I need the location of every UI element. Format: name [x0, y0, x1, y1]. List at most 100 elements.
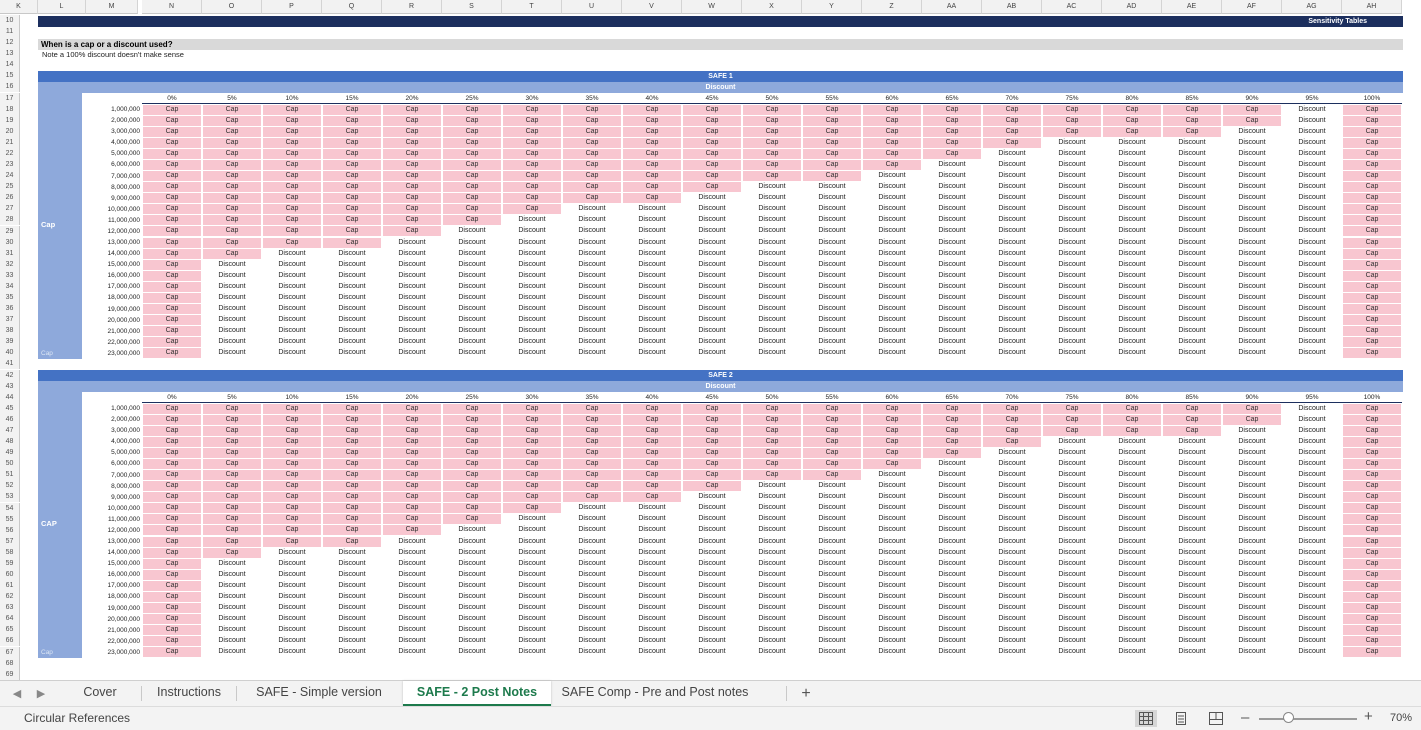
table-cell[interactable]: Cap — [803, 470, 861, 481]
row-number[interactable]: 54 — [0, 502, 20, 514]
table-cell[interactable]: Cap — [143, 425, 201, 436]
table-cell[interactable]: Discount — [1163, 326, 1221, 337]
row-number[interactable]: 65 — [0, 624, 20, 636]
table-cell[interactable]: Cap — [383, 137, 441, 148]
table-cell[interactable]: Discount — [683, 636, 741, 647]
table-cell[interactable]: Cap — [1343, 525, 1401, 536]
table-cell[interactable]: Discount — [863, 591, 921, 602]
table-cell[interactable]: Cap — [443, 470, 501, 481]
table-cell[interactable]: Cap — [803, 447, 861, 458]
table-cell[interactable]: Discount — [203, 614, 261, 625]
table-cell[interactable]: Cap — [263, 425, 321, 436]
table-cell[interactable]: Cap — [143, 270, 201, 281]
table-cell[interactable]: Discount — [1163, 503, 1221, 514]
table-cell[interactable]: Discount — [1283, 304, 1341, 315]
table-cell[interactable]: Discount — [683, 536, 741, 547]
table-cell[interactable]: Cap — [143, 148, 201, 159]
table-cell[interactable]: Discount — [923, 159, 981, 170]
table-cell[interactable]: Discount — [623, 337, 681, 348]
table-cell[interactable]: Cap — [1343, 547, 1401, 558]
row-number[interactable]: 27 — [0, 203, 20, 215]
table-cell[interactable]: Cap — [203, 171, 261, 182]
table-cell[interactable]: Discount — [803, 315, 861, 326]
table-cell[interactable]: Discount — [923, 226, 981, 237]
table-cell[interactable]: Discount — [743, 614, 801, 625]
table-cell[interactable]: Cap — [983, 126, 1041, 137]
table-cell[interactable]: Discount — [1223, 525, 1281, 536]
table-cell[interactable]: Discount — [1163, 636, 1221, 647]
table-cell[interactable]: Cap — [143, 248, 201, 259]
table-cell[interactable]: Discount — [323, 547, 381, 558]
table-cell[interactable]: Discount — [1163, 447, 1221, 458]
table-cell[interactable]: Discount — [1283, 580, 1341, 591]
table-cell[interactable]: Discount — [503, 248, 561, 259]
table-cell[interactable]: Cap — [1343, 614, 1401, 625]
row-number[interactable]: 31 — [0, 247, 20, 259]
table-cell[interactable]: Discount — [683, 503, 741, 514]
table-cell[interactable]: Cap — [683, 481, 741, 492]
table-cell[interactable]: Cap — [263, 470, 321, 481]
table-cell[interactable]: Discount — [683, 591, 741, 602]
table-cell[interactable]: Discount — [443, 580, 501, 591]
table-cell[interactable]: Discount — [503, 315, 561, 326]
table-cell[interactable]: Discount — [983, 625, 1041, 636]
table-cell[interactable]: Cap — [443, 215, 501, 226]
table-cell[interactable]: Discount — [1163, 204, 1221, 215]
table-cell[interactable]: Discount — [563, 270, 621, 281]
table-cell[interactable]: Discount — [623, 536, 681, 547]
table-cell[interactable]: Discount — [1223, 182, 1281, 193]
table-cell[interactable]: Discount — [503, 558, 561, 569]
table-cell[interactable]: Discount — [983, 558, 1041, 569]
table-cell[interactable]: Discount — [503, 281, 561, 292]
table-cell[interactable]: Cap — [623, 470, 681, 481]
table-cell[interactable]: Cap — [143, 458, 201, 469]
table-cell[interactable]: Discount — [1223, 315, 1281, 326]
row-number[interactable]: 36 — [0, 303, 20, 315]
table-cell[interactable]: Cap — [263, 514, 321, 525]
table-cell[interactable]: Discount — [1223, 492, 1281, 503]
table-cell[interactable]: Discount — [503, 292, 561, 303]
table-cell[interactable]: Discount — [323, 304, 381, 315]
table-cell[interactable]: Discount — [1043, 536, 1101, 547]
table-cell[interactable]: Discount — [1043, 503, 1101, 514]
table-cell[interactable]: Discount — [263, 315, 321, 326]
row-number[interactable]: 59 — [0, 557, 20, 569]
table-cell[interactable]: Discount — [1103, 159, 1161, 170]
table-cell[interactable]: Discount — [563, 614, 621, 625]
table-cell[interactable]: Discount — [983, 470, 1041, 481]
table-cell[interactable]: Discount — [1283, 326, 1341, 337]
table-cell[interactable]: Discount — [383, 636, 441, 647]
table-cell[interactable]: Discount — [743, 337, 801, 348]
table-cell[interactable]: Cap — [683, 436, 741, 447]
row-number[interactable]: 60 — [0, 569, 20, 580]
table-cell[interactable]: Discount — [203, 625, 261, 636]
table-cell[interactable]: Discount — [803, 536, 861, 547]
table-cell[interactable]: Discount — [743, 558, 801, 569]
row-number[interactable]: 61 — [0, 580, 20, 592]
table-cell[interactable]: Discount — [1283, 447, 1341, 458]
table-cell[interactable]: Discount — [1283, 281, 1341, 292]
table-cell[interactable]: Discount — [263, 647, 321, 658]
table-cell[interactable]: Discount — [1103, 614, 1161, 625]
table-cell[interactable]: Cap — [203, 193, 261, 204]
table-cell[interactable]: Discount — [623, 558, 681, 569]
prev-sheet-arrow-icon[interactable]: ◀ — [10, 687, 24, 701]
table-cell[interactable]: Discount — [383, 569, 441, 580]
table-cell[interactable]: Discount — [1223, 281, 1281, 292]
table-cell[interactable]: Cap — [503, 182, 561, 193]
table-cell[interactable]: Cap — [383, 436, 441, 447]
table-cell[interactable]: Cap — [143, 292, 201, 303]
table-cell[interactable]: Discount — [1223, 215, 1281, 226]
table-cell[interactable]: Cap — [1343, 481, 1401, 492]
table-cell[interactable]: Discount — [863, 348, 921, 359]
table-cell[interactable]: Discount — [1163, 337, 1221, 348]
table-cell[interactable]: Cap — [743, 115, 801, 126]
table-cell[interactable]: Discount — [1283, 547, 1341, 558]
table-cell[interactable]: Cap — [203, 536, 261, 547]
table-cell[interactable]: Cap — [443, 514, 501, 525]
table-cell[interactable]: Discount — [623, 259, 681, 270]
row-number[interactable]: 10 — [0, 15, 20, 26]
table-cell[interactable]: Discount — [1043, 614, 1101, 625]
table-cell[interactable]: Discount — [1103, 647, 1161, 658]
table-cell[interactable]: Cap — [143, 315, 201, 326]
